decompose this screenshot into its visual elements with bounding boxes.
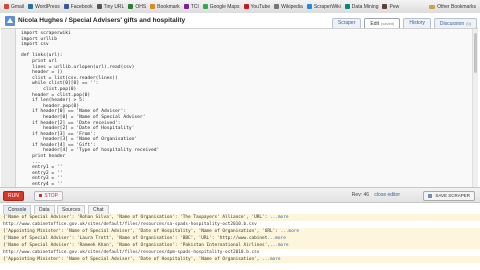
bookmark-item[interactable]: ScraperWiki bbox=[306, 3, 341, 10]
favicon-icon bbox=[202, 4, 208, 9]
page-title: Nicola Hughes / Special Advisers' gifts … bbox=[18, 17, 186, 24]
bookmark-label: Wikipedia bbox=[281, 3, 303, 10]
tab-label: Edit bbox=[370, 21, 380, 27]
tab-data[interactable]: Data bbox=[34, 205, 55, 214]
bookmark-label: Tiny URL bbox=[103, 3, 125, 10]
more-link[interactable]: ...more bbox=[270, 215, 289, 220]
run-label: RUN bbox=[8, 193, 19, 199]
favicon-icon bbox=[344, 4, 350, 9]
console-line: {'Appointing Minister': 'Name of Special… bbox=[0, 228, 480, 235]
tab-discussion-count: (0) bbox=[466, 21, 471, 26]
bookmark-item[interactable]: Tiny URL bbox=[96, 3, 125, 10]
bookmark-item[interactable]: OHS bbox=[128, 4, 146, 10]
favicon-icon bbox=[96, 4, 102, 9]
tab-label: Chat bbox=[93, 207, 104, 213]
favicon-icon bbox=[150, 4, 156, 9]
other-bookmarks-label: Other Bookmarks bbox=[437, 3, 476, 10]
code-editor[interactable]: import scraperwiki import urllib import cs… bbox=[1, 28, 478, 187]
code-line: header[0] = 'Name of Special Adviser' bbox=[21, 114, 146, 120]
bookmark-label: TCI bbox=[190, 3, 199, 10]
more-link[interactable]: ...more bbox=[270, 243, 289, 248]
tab-label: Data bbox=[39, 207, 50, 213]
more-link[interactable]: ...more bbox=[267, 236, 286, 241]
tab-label: History bbox=[409, 20, 425, 26]
favicon-icon bbox=[306, 4, 312, 9]
bookmark-item[interactable]: TCI bbox=[183, 3, 199, 10]
favicon-icon bbox=[63, 4, 69, 9]
revision-info: Rev: 46 close editor bbox=[352, 192, 400, 198]
favicon-icon bbox=[4, 4, 9, 9]
favicon-icon bbox=[128, 4, 134, 9]
stop-icon bbox=[39, 194, 42, 198]
run-toolbar: RUN STOP Rev: 46 close editor SAVE SCRAP… bbox=[0, 187, 480, 203]
bookmark-item[interactable]: Gmail bbox=[4, 4, 24, 10]
console-line-text: http://www.cabinetoffice.gov.uk/sites/de… bbox=[3, 250, 260, 255]
bookmark-label: Bookmark bbox=[157, 3, 180, 10]
line-number-gutter bbox=[1, 29, 16, 187]
tab-label: Sources bbox=[62, 207, 81, 213]
bookmark-item[interactable]: Facebook bbox=[63, 3, 93, 10]
tab-console[interactable]: Console bbox=[3, 205, 32, 214]
bookmark-label: Pew bbox=[389, 3, 400, 10]
scrollbar-thumb[interactable] bbox=[474, 33, 477, 73]
stop-button[interactable]: STOP bbox=[34, 191, 63, 201]
console-line: {'Appointing Minister': 'Name of Special… bbox=[0, 256, 480, 263]
tab-sources[interactable]: Sources bbox=[57, 205, 86, 214]
bookmark-label: WordPress bbox=[35, 3, 60, 10]
tab-label: Scraper bbox=[337, 20, 356, 26]
stop-label: STOP bbox=[44, 193, 58, 199]
tab-chat[interactable]: Chat bbox=[88, 205, 109, 214]
favicon-icon bbox=[243, 4, 249, 9]
console-line-text: {'Name of Special Adviser': 'Rohan Silva… bbox=[3, 215, 270, 220]
console-output[interactable]: {'Name of Special Adviser': 'Rohan Silva… bbox=[0, 214, 480, 270]
favicon-icon bbox=[183, 4, 189, 9]
console-line-text: {'Name of Special Adviser': 'Laura Trott… bbox=[3, 236, 268, 241]
editor-scrollbar[interactable] bbox=[472, 29, 478, 187]
console-line-text: {'Appointing Minister': 'Name of Special… bbox=[3, 229, 281, 234]
more-link[interactable]: ...more bbox=[262, 257, 281, 262]
run-button[interactable]: RUN bbox=[3, 191, 24, 201]
bookmark-item[interactable]: Pew bbox=[382, 4, 399, 10]
scraperwiki-logo-icon bbox=[5, 16, 15, 26]
save-label: SAVE SCRAPER bbox=[435, 193, 470, 198]
close-editor-link[interactable]: close editor bbox=[374, 192, 400, 198]
favicon-icon bbox=[382, 4, 388, 9]
bookmark-item[interactable]: Bookmark bbox=[150, 4, 180, 10]
bookmark-item[interactable]: Data Mining bbox=[344, 3, 379, 10]
bookmark-item[interactable]: YouTube bbox=[243, 3, 271, 10]
code-area[interactable]: import scraperwiki import urllib import cs… bbox=[21, 31, 159, 187]
tab-label: Discussion bbox=[439, 21, 465, 27]
bookmark-label: Google Maps bbox=[209, 3, 240, 10]
console-line: {'Name of Special Adviser': 'Rameek Khan… bbox=[0, 242, 480, 249]
console-line-text: {'Appointing Minister': 'Name of Special… bbox=[3, 257, 263, 262]
bookmark-label: Facebook bbox=[70, 3, 93, 10]
favicon-icon bbox=[274, 4, 280, 9]
other-bookmarks[interactable]: Other Bookmarks bbox=[429, 0, 476, 13]
bookmark-item[interactable]: WordPress bbox=[28, 4, 60, 10]
bookmark-item[interactable]: Wikipedia bbox=[274, 4, 303, 10]
bookmark-item[interactable]: Google Maps bbox=[202, 3, 240, 10]
save-scraper-button[interactable]: SAVE SCRAPER bbox=[423, 191, 475, 201]
favicon-icon bbox=[28, 4, 34, 9]
console-line: http://www.cabinetoffice.gov.uk/sites/de… bbox=[0, 221, 480, 228]
tab-edit-status: (saved) bbox=[381, 21, 395, 26]
console-line-text: {'Name of Special Adviser': 'Rameek Khan… bbox=[3, 243, 270, 248]
console-line: http://www.cabinetoffice.gov.uk/sites/de… bbox=[0, 249, 480, 256]
tab-label: Console bbox=[8, 207, 27, 213]
revision-number: Rev: 46 bbox=[351, 192, 370, 198]
folder-icon bbox=[429, 4, 436, 9]
bookmark-label: OHS bbox=[135, 3, 147, 10]
bookmark-label: Data Mining bbox=[351, 3, 379, 10]
bookmark-label: ScraperWiki bbox=[313, 3, 341, 10]
console-line: {'Name of Special Adviser': 'Laura Trott… bbox=[0, 235, 480, 242]
bookmarks-bar: Gmail WordPress Facebook Tiny URL OHS Bookmar… bbox=[0, 0, 480, 14]
bookmark-label: YouTube bbox=[250, 3, 271, 10]
console-line: {'Name of Special Adviser': 'Rohan Silva… bbox=[0, 214, 480, 221]
more-link[interactable]: ...more bbox=[281, 229, 300, 234]
save-icon bbox=[428, 193, 433, 198]
bookmark-label: Gmail bbox=[11, 3, 25, 10]
console-line-text: http://www.cabinetoffice.gov.uk/sites/de… bbox=[3, 222, 257, 227]
